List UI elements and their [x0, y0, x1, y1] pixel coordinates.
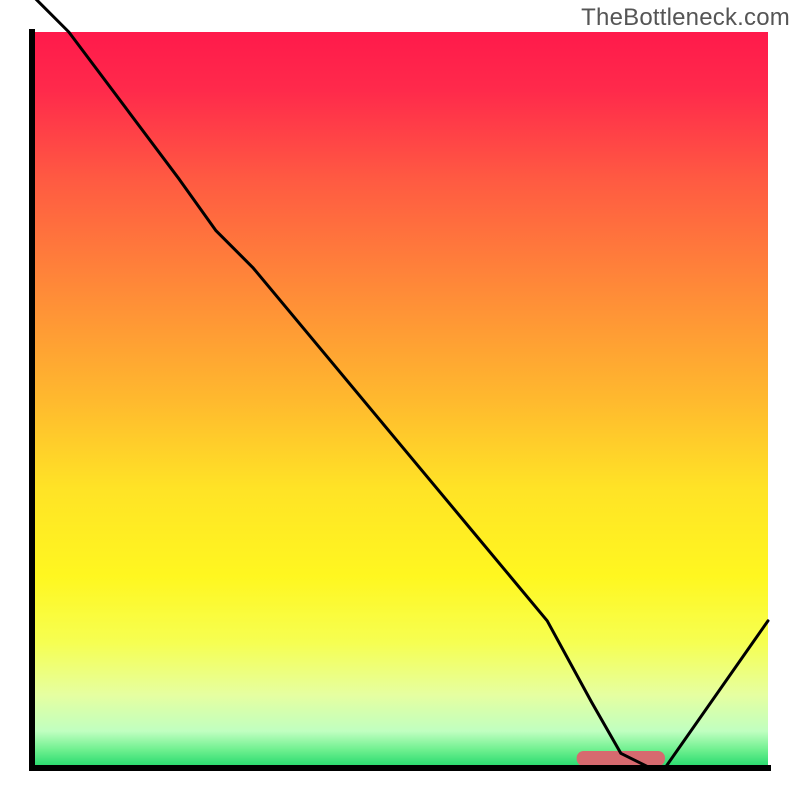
plot-background — [32, 32, 768, 768]
bottleneck-chart — [0, 0, 800, 800]
